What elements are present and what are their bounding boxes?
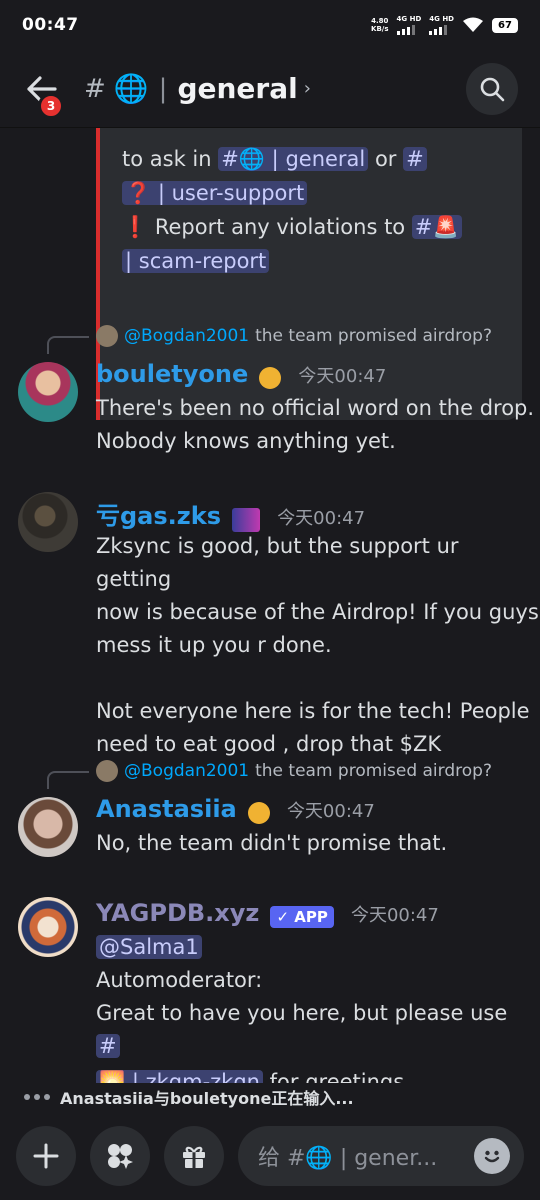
timestamp: 今天00:47 — [350, 905, 439, 926]
channel-link-scam-report[interactable]: | scam-report — [122, 249, 270, 273]
channel-link-zkgm[interactable]: 🌅 | zkgm-zkgn — [96, 1070, 263, 1083]
server-tag-icon — [232, 507, 261, 532]
message-content: No, the team didn't promise that. — [96, 831, 448, 855]
smiley-icon — [484, 1150, 500, 1162]
embed-line-4: | scam-report — [122, 244, 500, 278]
chevron-right-icon: › — [303, 78, 311, 99]
embed-line-2: ❓ | user-support — [122, 176, 500, 210]
timestamp: 今天00:47 — [298, 366, 387, 387]
globe-icon: 🌐 — [113, 72, 149, 105]
role-icon — [247, 801, 270, 824]
username[interactable]: Anastasiia — [96, 795, 237, 823]
message-input[interactable]: 给 #🌐 | gener... — [238, 1125, 524, 1186]
signal-icon — [429, 23, 454, 35]
message-content: @Salma1 Automoderator: Great to have you… — [96, 931, 526, 1083]
search-icon — [480, 77, 505, 101]
channel-header: 3 # 🌐 | general › — [0, 50, 540, 128]
username[interactable]: YAGPDB.xyz — [96, 899, 259, 927]
apps-icon — [108, 1143, 133, 1169]
message-header: Anastasiia 今天00:47 — [96, 795, 375, 824]
message-list[interactable]: to ask in #🌐 | general or # ❓ | user-sup… — [0, 128, 540, 1083]
wifi-icon — [463, 17, 483, 32]
embed-line-1: to ask in #🌐 | general or # — [122, 142, 500, 176]
separator: | — [158, 73, 168, 104]
embed-line-3: ❗ Report any violations to #🚨 — [122, 210, 500, 244]
channel-title[interactable]: # 🌐 | general › — [84, 72, 311, 105]
channel-link-user-support[interactable]: ❓ | user-support — [122, 181, 308, 205]
emoji-button[interactable] — [474, 1137, 510, 1174]
typing-dots-icon — [24, 1094, 50, 1100]
typing-indicator: Anastasiia与bouletyone正在输入... — [0, 1083, 540, 1111]
username[interactable]: bouletyone — [96, 360, 248, 388]
avatar — [96, 325, 118, 347]
channel-link-scam-icon[interactable]: #🚨 — [411, 215, 462, 239]
message-header: YAGPDB.xyz ✓ APP 今天00:47 — [96, 899, 439, 928]
back-button[interactable]: 3 — [22, 69, 64, 119]
reply-connector — [47, 336, 89, 354]
signal-icon — [396, 23, 422, 35]
status-time: 00:47 — [22, 15, 79, 35]
signal-1: 4G HD — [396, 15, 422, 35]
message-content: Zksync is good, but the support ur getti… — [96, 534, 539, 756]
channel-link-hash[interactable]: # — [403, 147, 427, 171]
battery-icon: 67 — [492, 17, 518, 33]
gift-button[interactable] — [164, 1125, 224, 1186]
plus-icon — [33, 1143, 59, 1168]
hash-icon: # — [84, 73, 106, 104]
avatar[interactable] — [18, 897, 78, 957]
reply-preview[interactable]: @Bogdan2001 the team promised airdrop? — [96, 760, 492, 782]
channel-link-hash[interactable]: # — [96, 1034, 120, 1058]
avatar[interactable] — [18, 362, 78, 422]
signal-2: 4G HD — [429, 15, 454, 35]
user-mention[interactable]: @Salma1 — [96, 935, 202, 959]
message-header: 亏gas.zks 今天00:47 — [96, 496, 365, 532]
net-speed: 4.80 KB/s — [371, 17, 389, 33]
exclamation-icon: ❗ — [122, 215, 149, 239]
username[interactable]: 亏gas.zks — [96, 502, 221, 530]
search-button[interactable] — [466, 62, 518, 115]
reply-preview[interactable]: @Bogdan2001 the team promised airdrop? — [96, 325, 492, 347]
avatar[interactable] — [18, 492, 78, 552]
role-icon — [259, 366, 282, 389]
message-composer: 给 #🌐 | gener... — [0, 1111, 540, 1200]
add-attachment-button[interactable] — [16, 1125, 76, 1186]
message-content: There's been no official word on the dro… — [96, 396, 535, 453]
status-icons: 4.80 KB/s 4G HD 4G HD 67 — [371, 15, 518, 35]
unread-badge: 3 — [38, 92, 64, 119]
avatar — [96, 760, 118, 782]
channel-name: general — [177, 72, 298, 105]
app-badge: ✓ APP — [270, 905, 334, 928]
apps-button[interactable] — [90, 1125, 150, 1186]
message-header: bouletyone 今天00:47 — [96, 360, 386, 389]
timestamp: 今天00:47 — [277, 508, 366, 529]
avatar[interactable] — [18, 797, 78, 857]
channel-link-general[interactable]: #🌐 | general — [218, 147, 369, 171]
reply-connector — [47, 771, 89, 789]
timestamp: 今天00:47 — [286, 801, 375, 822]
gift-icon — [183, 1146, 205, 1168]
message-input-placeholder: 给 #🌐 | gener... — [258, 1145, 438, 1171]
status-bar: 00:47 4.80 KB/s 4G HD 4G HD 67 — [0, 0, 540, 50]
